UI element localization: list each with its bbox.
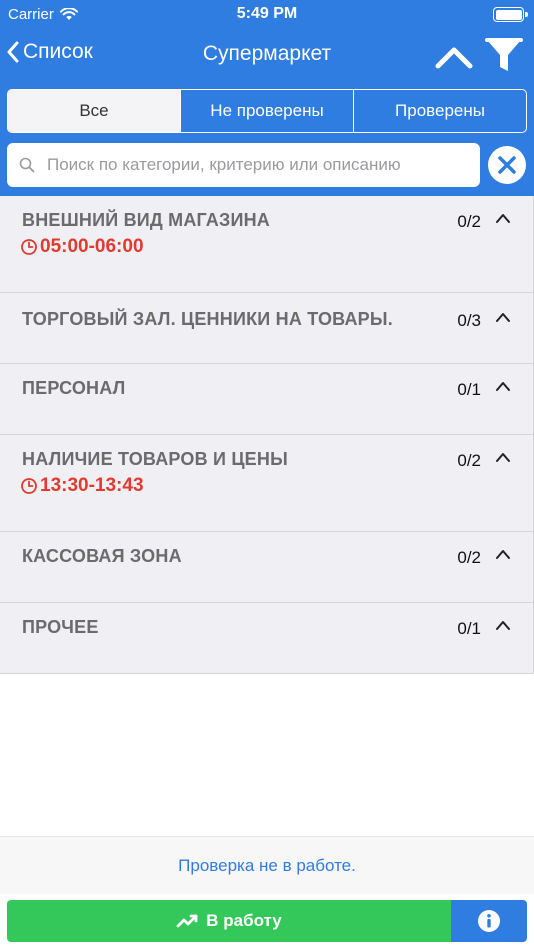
inspection-status: Проверка не в работе. (0, 836, 534, 894)
clock-icon (21, 239, 37, 255)
close-icon (498, 156, 516, 174)
segment-all[interactable]: Все (8, 90, 180, 132)
magnifier-icon (19, 157, 41, 173)
category-time: 05:00-06:00 (20, 236, 144, 258)
segment-not-checked[interactable]: Не проверены (180, 90, 353, 132)
chevron-up-icon[interactable] (495, 548, 511, 560)
battery-icon (493, 7, 528, 22)
category-count: 0/2 (457, 212, 481, 231)
navigation-bar: Список Супермаркет (0, 30, 534, 80)
search-input[interactable] (41, 155, 480, 175)
segment-checked[interactable]: Проверены (353, 90, 526, 132)
trend-icon (176, 914, 198, 928)
category-title: ПЕРСОНАЛ (22, 378, 126, 398)
clock-time: 5:49 PM (236, 5, 298, 22)
category-count: 0/2 (457, 548, 481, 567)
category-list: ВНЕШНИЙ ВИД МАГАЗИНА 0/2 05:00-06:00 ТОР… (0, 196, 534, 674)
category-count: 0/3 (457, 311, 481, 330)
category-title: ПРОЧЕЕ (22, 617, 99, 637)
filter-button[interactable] (484, 34, 524, 76)
search-box (7, 143, 480, 187)
filter-segmented-control: Все Не проверены Проверены (7, 89, 527, 133)
category-count: 0/1 (457, 619, 481, 638)
info-icon (478, 910, 500, 932)
category-count: 0/2 (457, 451, 481, 470)
category-row-other[interactable]: ПРОЧЕЕ 0/1 (0, 603, 534, 674)
category-title: КАССОВАЯ ЗОНА (22, 546, 182, 566)
chevron-up-icon (435, 47, 473, 69)
info-button[interactable] (451, 900, 527, 942)
header: Carrier 5:49 PM Список Супермаркет Все Н… (0, 0, 534, 196)
chevron-up-icon[interactable] (495, 212, 511, 224)
category-count: 0/1 (457, 380, 481, 399)
category-row-sales-floor[interactable]: ТОРГОВЫЙ ЗАЛ. ЦЕННИКИ НА ТОВАРЫ. 0/3 (0, 293, 534, 364)
clear-search-button[interactable] (488, 146, 526, 184)
chevron-up-icon[interactable] (495, 619, 511, 631)
funnel-icon (485, 38, 523, 71)
category-time-label: 05:00-06:00 (40, 236, 144, 257)
status-bar: Carrier 5:49 PM (0, 0, 534, 30)
clock-icon (21, 478, 37, 494)
collapse-all-button[interactable] (432, 38, 476, 74)
category-time: 13:30-13:43 (20, 475, 144, 497)
category-row-store-exterior[interactable]: ВНЕШНИЙ ВИД МАГАЗИНА 0/2 05:00-06:00 (0, 196, 534, 293)
category-title: ВНЕШНИЙ ВИД МАГАЗИНА (22, 210, 271, 230)
category-title: НАЛИЧИЕ ТОВАРОВ И ЦЕНЫ (22, 449, 288, 469)
start-work-button[interactable]: В работу (7, 900, 451, 942)
category-time-label: 13:30-13:43 (40, 475, 144, 496)
category-row-staff[interactable]: ПЕРСОНАЛ 0/1 (0, 364, 534, 435)
category-title: ТОРГОВЫЙ ЗАЛ. ЦЕННИКИ НА ТОВАРЫ. (22, 309, 393, 329)
bottom-action-bar: В работу (7, 900, 527, 942)
chevron-up-icon[interactable] (495, 380, 511, 392)
chevron-up-icon[interactable] (495, 451, 511, 463)
chevron-up-icon[interactable] (495, 311, 511, 323)
category-row-goods-and-prices[interactable]: НАЛИЧИЕ ТОВАРОВ И ЦЕНЫ 0/2 13:30-13:43 (0, 435, 534, 532)
start-work-button-label: В работу (206, 911, 282, 930)
category-row-checkout-zone[interactable]: КАССОВАЯ ЗОНА 0/2 (0, 532, 534, 603)
